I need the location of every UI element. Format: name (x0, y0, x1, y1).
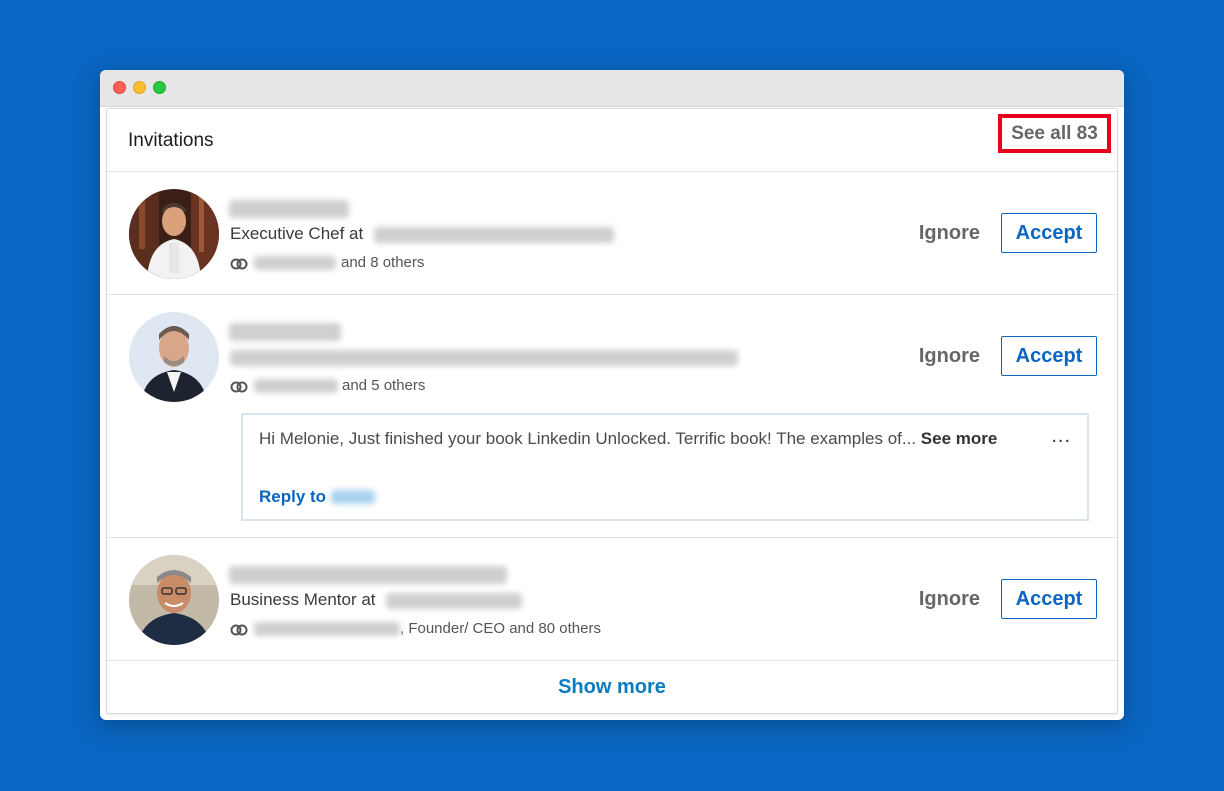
invitation-row: and 5 others Ignore Accept Hi Melonie, J… (107, 295, 1117, 538)
member-photo (129, 555, 219, 645)
shared-connections-icon (230, 623, 248, 635)
member-headline: Executive Chef at (230, 224, 614, 244)
member-name[interactable] (229, 200, 349, 218)
member-headline (230, 347, 738, 367)
see-more-link[interactable]: See more (921, 429, 998, 448)
ignore-button[interactable]: Ignore (919, 345, 980, 368)
mutual-connections[interactable]: and 5 others (230, 377, 425, 394)
ignore-button[interactable]: Ignore (919, 588, 980, 611)
mutual-connections[interactable]: , Founder/ CEO and 80 others (230, 620, 601, 637)
mutual-text: , Founder/ CEO and 80 others (400, 620, 601, 637)
card-header: Invitations See all 83 (107, 109, 1117, 172)
headline-text (230, 349, 738, 366)
member-headline: Business Mentor at (230, 590, 523, 610)
app-window: Invitations See all 83 Executive Chef at… (100, 70, 1124, 720)
avatar[interactable] (129, 189, 219, 279)
company-name (386, 592, 523, 609)
invitation-message: Hi Melonie, Just finished your book Link… (241, 413, 1089, 521)
chef-photo (129, 189, 219, 279)
member-name[interactable] (229, 323, 341, 341)
more-options-icon[interactable]: ... (1051, 425, 1071, 448)
see-all-link[interactable]: See all 83 (998, 114, 1111, 153)
accept-button[interactable]: Accept (1001, 213, 1097, 253)
message-text: Hi Melonie, Just finished your book Link… (259, 427, 999, 451)
accept-button[interactable]: Accept (1001, 336, 1097, 376)
reply-link[interactable]: Reply to (259, 487, 376, 507)
mutual-connection-name (254, 255, 336, 270)
reply-recipient-name (331, 490, 376, 504)
shared-connections-icon (230, 257, 248, 269)
avatar[interactable] (129, 555, 219, 645)
ignore-button[interactable]: Ignore (919, 222, 980, 245)
invitation-row: Business Mentor at , Founder/ CEO and 80… (107, 538, 1117, 661)
member-name[interactable] (229, 566, 507, 584)
mutual-text: and 8 others (341, 254, 425, 271)
company-name (373, 226, 614, 243)
shared-connections-icon (230, 380, 248, 392)
mutual-connection-name (254, 621, 400, 636)
headline-text: Business Mentor at (230, 590, 376, 609)
accept-button[interactable]: Accept (1001, 579, 1097, 619)
member-photo (129, 312, 219, 402)
invitation-row: Executive Chef at and 8 others Ignore Ac… (107, 172, 1117, 295)
mutual-connection-name (254, 378, 338, 393)
headline-text: Executive Chef at (230, 224, 364, 243)
message-body: Hi Melonie, Just finished your book Link… (259, 429, 917, 448)
invitations-card: Invitations See all 83 Executive Chef at… (106, 108, 1118, 714)
window-titlebar (100, 70, 1124, 107)
minimize-window-button[interactable] (133, 81, 146, 94)
close-window-button[interactable] (113, 81, 126, 94)
mutual-text: and 5 others (342, 377, 426, 394)
mutual-connections[interactable]: and 8 others (230, 254, 424, 271)
show-more-button[interactable]: Show more (107, 661, 1117, 713)
maximize-window-button[interactable] (153, 81, 166, 94)
avatar[interactable] (129, 312, 219, 402)
reply-text: Reply to (259, 487, 327, 506)
card-title: Invitations (128, 130, 214, 151)
